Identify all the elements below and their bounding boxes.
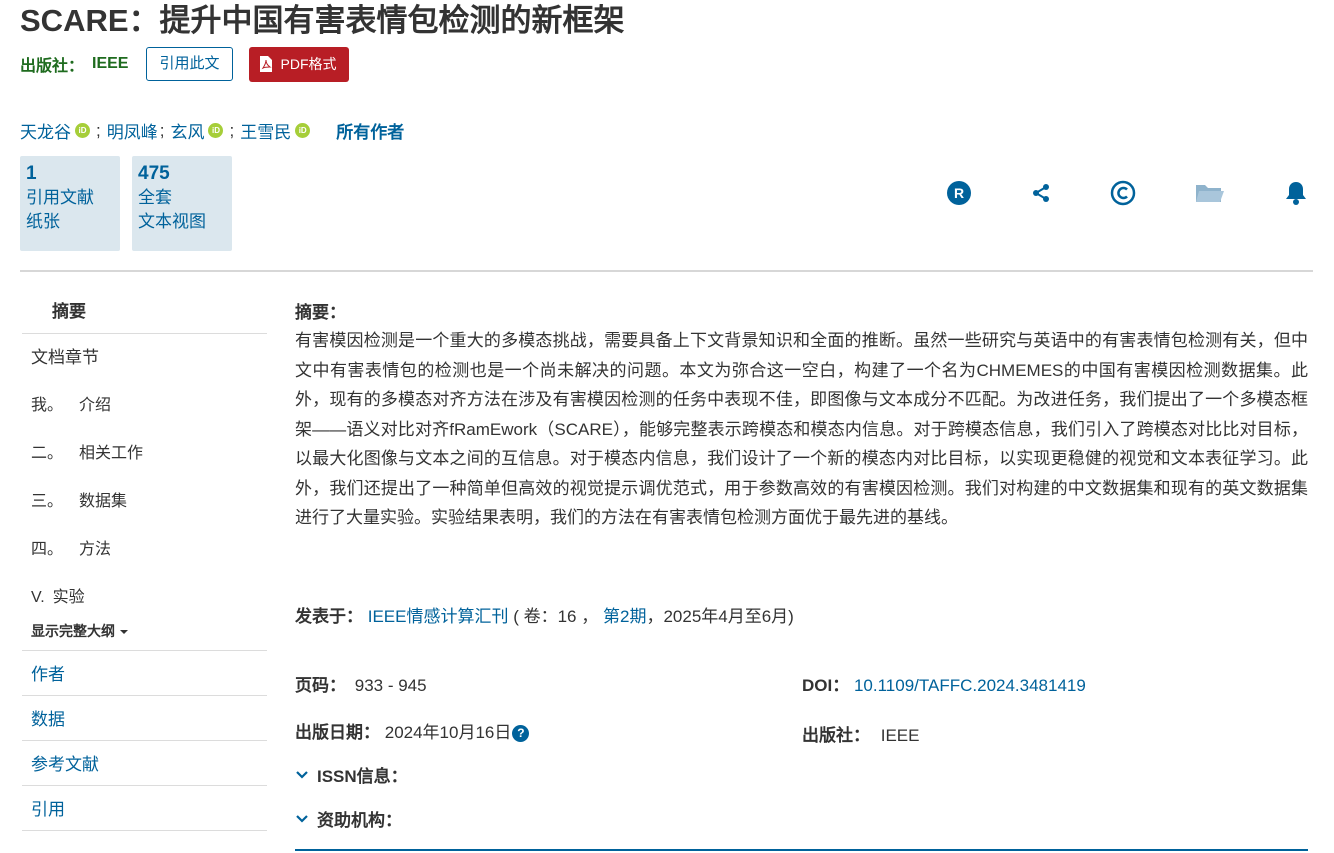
- orcid-icon[interactable]: iD: [75, 123, 90, 138]
- issn-label: ISSN信息：: [317, 767, 408, 786]
- doi-link[interactable]: 10.1109/TAFFC.2024.3481419: [854, 676, 1086, 695]
- show-full-outline-label: 显示完整大纲: [31, 623, 115, 639]
- sidebar-section-heading: 文档章节: [31, 348, 99, 367]
- metric-label: 引用文献: [26, 188, 94, 207]
- section-number: 二。: [31, 445, 64, 462]
- issue-link[interactable]: 第2期: [603, 607, 646, 626]
- citations-metric[interactable]: 1 引用文献 纸张: [20, 156, 120, 251]
- doi-field: DOI： 10.1109/TAFFC.2024.3481419: [802, 671, 1086, 696]
- orcid-icon[interactable]: iD: [208, 123, 224, 138]
- author-list: 天龙谷 iD ; 明凤峰 ; 玄风 iD ; 王雪民 iD 所有作者: [20, 118, 404, 143]
- issue-date-text: ，2025年4月至6月): [646, 607, 794, 626]
- section-number: 三。: [31, 493, 64, 510]
- metric-label: 纸张: [26, 212, 60, 231]
- published-in-label: 发表于：: [295, 607, 363, 626]
- volume-text: ( 卷：16 ，: [513, 607, 599, 626]
- author-separator: ;: [159, 120, 165, 140]
- metric-number: 475: [138, 163, 170, 184]
- metric-label: 全套: [138, 188, 172, 207]
- pdf-button-label: PDF格式: [280, 55, 337, 72]
- all-authors-link[interactable]: 所有作者: [336, 118, 404, 143]
- publication-date-label: 出版日期：: [295, 723, 380, 742]
- publisher-label: 出版社：: [20, 58, 85, 75]
- publisher-value: IEEE: [92, 55, 129, 72]
- section-label: 方法: [79, 541, 112, 558]
- publisher-meta-label: 出版社：: [802, 726, 870, 745]
- copyright-icon[interactable]: [1108, 178, 1138, 208]
- abstract-text: 有害模因检测是一个重大的多模态挑战，需要具备上下文背景知识和全面的推断。虽然一些…: [295, 331, 1308, 527]
- author-separator: ;: [229, 120, 235, 140]
- folder-icon[interactable]: [1195, 178, 1225, 208]
- metric-number: 1: [26, 163, 37, 184]
- pdf-button[interactable]: PDF格式: [248, 46, 349, 82]
- show-full-outline-toggle[interactable]: 显示完整大纲: [22, 622, 267, 651]
- abstract-label: 摘要：: [295, 303, 346, 322]
- header-divider: [20, 270, 1313, 272]
- funding-expander[interactable]: 资助机构：: [295, 806, 402, 831]
- issn-expander[interactable]: ISSN信息：: [295, 762, 408, 787]
- sidebar-item-method[interactable]: 四。 方法: [22, 526, 267, 574]
- funding-label: 资助机构：: [317, 811, 402, 830]
- share-icon[interactable]: [1026, 178, 1056, 208]
- chevron-down-icon: [296, 770, 308, 779]
- bell-icon[interactable]: [1281, 178, 1311, 208]
- sidebar-item-experiments[interactable]: V. 实验: [22, 574, 267, 622]
- section-label: 数据集: [79, 493, 128, 510]
- section-divider: [295, 849, 1308, 851]
- pdf-icon: [259, 56, 272, 72]
- sidebar-item-dataset[interactable]: 三。 数据集: [22, 478, 267, 526]
- author-separator: ;: [96, 120, 101, 140]
- document-outline: 摘要 文档章节 我。 介绍 二。 相关工作 三。 数据集 四。 方法 V. 实验 显示完整…: [22, 286, 267, 831]
- pages-value: 933 - 945: [354, 676, 427, 695]
- author-link[interactable]: 王雪民: [240, 118, 291, 143]
- metric-label: 文本视图: [138, 212, 206, 231]
- sidebar-link-references[interactable]: 参考文献: [22, 741, 267, 786]
- page-title: SCARE：提升中国有害表情包检测的新框架: [20, 3, 625, 38]
- publisher-field: 出版社： IEEE: [802, 721, 919, 746]
- doi-label: DOI：: [802, 676, 850, 695]
- sidebar-item-abstract[interactable]: 摘要: [22, 286, 267, 334]
- svg-text:R: R: [954, 185, 964, 201]
- pages-label: 页码：: [295, 676, 346, 695]
- chevron-down-icon: [296, 814, 308, 823]
- section-number: 我。: [31, 397, 64, 414]
- sidebar-link-authors[interactable]: 作者: [22, 651, 267, 696]
- author-link[interactable]: 玄风: [170, 118, 204, 143]
- section-number: 四。: [31, 541, 64, 558]
- fulltext-views-metric[interactable]: 475 全套 文本视图: [132, 156, 232, 251]
- publisher-row: 出版社： IEEE 引用此文 PDF格式: [20, 46, 349, 82]
- caret-down-icon: [119, 630, 128, 635]
- publisher-meta-value: IEEE: [880, 726, 920, 745]
- section-label: 实验: [52, 589, 85, 606]
- section-number: V.: [31, 589, 45, 606]
- orcid-icon[interactable]: iD: [295, 123, 311, 138]
- publication-date-value: 2024年10月16日: [384, 723, 512, 742]
- cite-this-button[interactable]: 引用此文: [146, 47, 233, 81]
- journal-link[interactable]: IEEE情感计算汇刊: [368, 607, 509, 626]
- author-link[interactable]: 天龙谷: [20, 118, 71, 143]
- sidebar-item-related-work[interactable]: 二。 相关工作: [22, 430, 267, 478]
- sidebar-link-citations[interactable]: 引用: [22, 786, 267, 831]
- rights-icon[interactable]: R: [944, 178, 974, 208]
- pages-field: 页码： 933 - 945: [295, 671, 427, 696]
- author-link[interactable]: 明凤峰: [107, 118, 158, 143]
- help-icon[interactable]: ?: [512, 725, 530, 742]
- section-label: 介绍: [79, 397, 112, 414]
- publication-date-field: 出版日期： 2024年10月16日?: [295, 718, 530, 743]
- published-in: 发表于： IEEE情感计算汇刊 ( 卷：16 ， 第2期，2025年4月至6月): [295, 602, 794, 627]
- sidebar-link-data[interactable]: 数据: [22, 696, 267, 741]
- section-label: 相关工作: [79, 445, 144, 462]
- sidebar-item-introduction[interactable]: 我。 介绍: [22, 382, 267, 430]
